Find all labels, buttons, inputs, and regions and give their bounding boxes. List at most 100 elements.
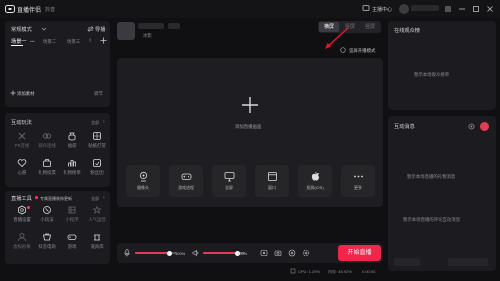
lucky-bag-icon bbox=[68, 132, 76, 141]
chevron-right-icon[interactable]: › bbox=[103, 119, 105, 125]
chevron-right-icon[interactable]: › bbox=[103, 195, 105, 201]
beauty-icon[interactable] bbox=[288, 249, 296, 257]
source-camera[interactable]: 摄像头 bbox=[126, 165, 160, 197]
tab-scene-1-menu[interactable]: ••• bbox=[30, 39, 35, 44]
message-avatar[interactable] bbox=[480, 122, 489, 131]
director-mode-button[interactable]: 导播 bbox=[95, 26, 105, 33]
sticker-gift-item[interactable]: 贴纸打赏 bbox=[81, 131, 113, 157]
anchor-center-link[interactable]: 主播中心 bbox=[372, 6, 392, 13]
source-game-process[interactable]: 游戏进程 bbox=[169, 165, 203, 197]
cpu-icon bbox=[290, 268, 296, 274]
cpu-usage: CPU: 1.29% bbox=[298, 269, 321, 274]
active-tab-indicator bbox=[11, 45, 23, 46]
scene-panel: 常规模式 导播 场景一 ••• 场景二 场景三 › 添加素材 调节 bbox=[5, 21, 110, 107]
apple-icon bbox=[311, 172, 319, 181]
add-screen-icon[interactable] bbox=[241, 96, 259, 114]
mic-slider-fill bbox=[135, 252, 170, 254]
user-name-block bbox=[411, 5, 439, 11]
heart-icon bbox=[17, 159, 27, 168]
avatar-icon bbox=[18, 233, 26, 242]
dual-mode-option[interactable]: 竖屏开播模式 bbox=[349, 48, 375, 54]
app-title: 直播伴侣 bbox=[17, 8, 42, 14]
viewers-panel: 在线观众榜 暂示本场观众榜单 bbox=[388, 21, 496, 110]
tools-notice[interactable]: 专属直播装饰更新 bbox=[40, 196, 72, 202]
mode-label[interactable]: 常规模式 bbox=[11, 26, 32, 33]
add-scene-icon[interactable] bbox=[100, 37, 107, 44]
monitor-icon bbox=[224, 172, 234, 182]
add-material-button[interactable]: 添加素材 bbox=[17, 91, 35, 97]
speaker-volume: 100% bbox=[237, 251, 248, 256]
window-icon bbox=[267, 172, 277, 181]
source-window[interactable]: 窗口 bbox=[255, 165, 289, 197]
preview-area[interactable]: 添加直播画面 摄像头 游戏进程 全屏 窗口 投屏(iOS) 更多 bbox=[117, 58, 383, 207]
tab-scene-2[interactable]: 场景二 bbox=[43, 39, 56, 45]
speaker-icon[interactable] bbox=[192, 249, 200, 257]
screenshot-icon[interactable] bbox=[274, 249, 282, 257]
close-icon[interactable] bbox=[486, 5, 494, 13]
title-bar: 直播伴侣 抖音 主播中心 bbox=[0, 0, 500, 18]
streamer-level-block bbox=[168, 23, 180, 29]
gamepad-icon bbox=[181, 173, 191, 180]
speaker-slider-fill bbox=[203, 252, 238, 254]
record-icon[interactable] bbox=[260, 249, 268, 257]
gamepad-icon bbox=[67, 234, 77, 240]
comment-input[interactable] bbox=[394, 258, 420, 266]
app-subtitle: 抖音 bbox=[45, 7, 56, 13]
ranking-icon bbox=[68, 160, 76, 167]
tab-portrait-2[interactable]: 竖屏 bbox=[360, 22, 380, 32]
messages-title: 互动消息 bbox=[394, 124, 415, 130]
tab-scene-1[interactable]: 场景一 bbox=[11, 38, 27, 45]
comment-send-area[interactable] bbox=[448, 258, 488, 266]
interactive-panel: 互动玩法 全部 › PK连线 观众连线 福袋 贴纸打赏 心愿 礼物投票 礼物榜单… bbox=[5, 113, 110, 187]
scene-more-icon[interactable]: › bbox=[89, 37, 91, 44]
switch-icon[interactable] bbox=[87, 26, 94, 32]
popularity-item[interactable]: 人气运营 bbox=[81, 205, 113, 231]
viewers-title: 在线观众榜 bbox=[394, 28, 420, 34]
streamer-name-block bbox=[138, 23, 164, 29]
props-icon bbox=[94, 234, 100, 241]
interactive-all-link[interactable]: 全部 bbox=[91, 120, 99, 126]
settings-hex-icon bbox=[18, 205, 26, 215]
source-more[interactable]: 更多 bbox=[341, 165, 375, 197]
viewers-empty: 暂示本场观众榜单 bbox=[414, 72, 450, 77]
settings-icon[interactable] bbox=[302, 249, 310, 257]
memory-usage: 内存: 48.92% bbox=[328, 269, 352, 274]
maximize-icon[interactable] bbox=[472, 5, 480, 13]
app-logo-icon bbox=[5, 4, 15, 14]
live-tools-panel: 直播工具 专属直播装饰更新 全部 › 直播设置 小玩法 小程序 人气运营 虚拟形… bbox=[5, 191, 110, 264]
live-duration: 0:00:00 bbox=[362, 269, 376, 274]
adjust-button[interactable]: 调节 bbox=[94, 91, 103, 97]
mini-program-icon bbox=[68, 206, 76, 214]
chevron-down-icon[interactable] bbox=[41, 26, 47, 32]
source-ios-mirror[interactable]: 投屏(iOS) bbox=[298, 165, 332, 197]
camera-icon bbox=[139, 171, 147, 182]
control-bar: 100% 100% 开始直播 bbox=[117, 243, 383, 263]
shop-icon bbox=[43, 233, 51, 241]
mic-slider-knob[interactable] bbox=[166, 250, 172, 256]
anchor-center-icon bbox=[362, 4, 370, 12]
settings-icon[interactable] bbox=[468, 123, 475, 130]
link-icon bbox=[42, 133, 52, 139]
props-item[interactable]: 道具库 bbox=[81, 232, 113, 258]
avatar[interactable] bbox=[399, 4, 409, 14]
minimize-icon[interactable] bbox=[458, 5, 466, 13]
menu-icon[interactable] bbox=[444, 5, 452, 13]
add-screen-label[interactable]: 添加直播画面 bbox=[235, 124, 261, 130]
microphone-icon[interactable] bbox=[124, 249, 130, 257]
source-fullscreen[interactable]: 全屏 bbox=[212, 165, 246, 197]
messages-panel: 互动消息 暂示本场直播的礼物消息 暂示本场直播的评论互动消息 bbox=[388, 116, 496, 271]
settings-badge-dot bbox=[27, 206, 30, 209]
fan-club-item[interactable]: 粉丝团 bbox=[81, 158, 113, 184]
add-material-icon[interactable] bbox=[10, 90, 16, 96]
tools-all-link[interactable]: 全部 bbox=[91, 196, 99, 202]
radio-icon[interactable] bbox=[340, 47, 346, 53]
sticker-icon bbox=[93, 132, 101, 140]
start-live-button[interactable]: 开始直播 bbox=[338, 245, 381, 261]
streamer-avatar[interactable] bbox=[117, 22, 135, 40]
fan-club-icon bbox=[93, 159, 101, 167]
mic-volume: 100% bbox=[175, 251, 186, 256]
notice-dot bbox=[35, 196, 38, 199]
comment-messages-empty: 暂示本场直播的评论互动消息 bbox=[403, 217, 461, 222]
tab-scene-3[interactable]: 场景三 bbox=[67, 39, 80, 45]
streamer-username: 冰影 bbox=[143, 33, 152, 38]
